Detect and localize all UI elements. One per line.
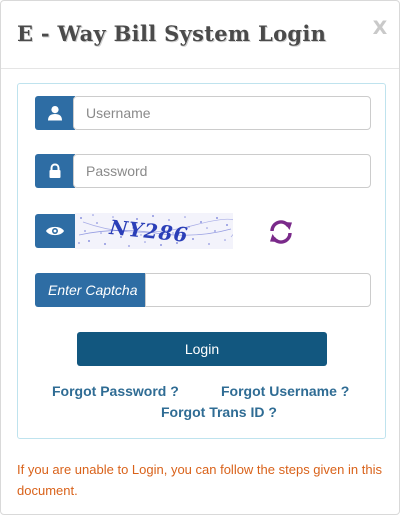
login-button[interactable]: Login	[77, 332, 327, 366]
close-icon[interactable]: X	[369, 15, 391, 41]
refresh-icon[interactable]	[267, 218, 295, 246]
login-modal: E - Way Bill System Login X Username NY2…	[0, 0, 400, 515]
username-group	[35, 96, 371, 130]
captcha-row: NY286	[35, 213, 295, 249]
captcha-text: NY286	[107, 215, 189, 247]
forgot-password-link[interactable]: Forgot Password ?	[52, 383, 179, 399]
eye-icon[interactable]	[35, 214, 75, 248]
modal-header: E - Way Bill System Login X	[1, 1, 399, 69]
forgot-trans-id-link[interactable]: Forgot Trans ID ?	[161, 404, 277, 420]
lock-icon	[35, 154, 75, 188]
forgot-username-link[interactable]: Forgot Username ?	[221, 383, 349, 399]
captcha-input[interactable]	[145, 273, 371, 307]
captcha-label: Enter Captcha	[35, 273, 147, 307]
login-form-panel: NY286 Enter Captcha Login Forgot Passwor…	[17, 83, 386, 439]
password-input[interactable]	[73, 154, 371, 188]
user-icon	[35, 96, 75, 130]
captcha-image: NY286	[75, 213, 233, 249]
captcha-group: Enter Captcha	[35, 273, 371, 307]
username-input[interactable]	[73, 96, 371, 130]
modal-title: E - Way Bill System Login	[17, 21, 327, 46]
help-note: If you are unable to Login, you can foll…	[17, 462, 382, 498]
password-group	[35, 154, 371, 188]
